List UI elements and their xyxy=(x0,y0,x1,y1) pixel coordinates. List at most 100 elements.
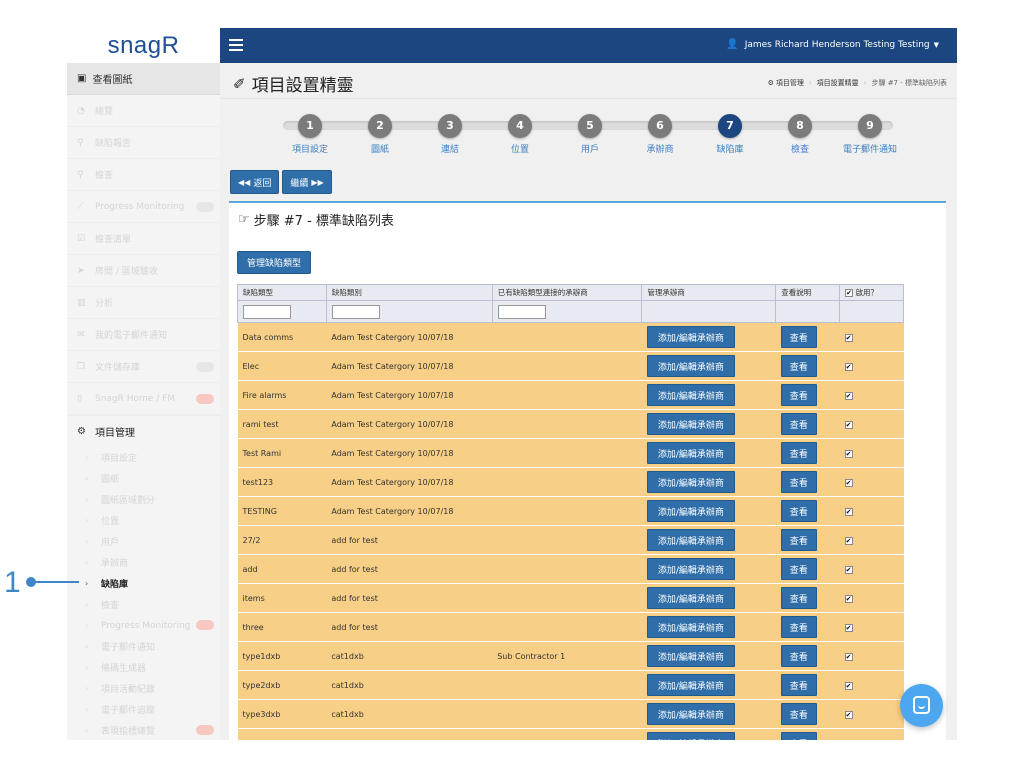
enabled-checkbox[interactable]: ✔ xyxy=(844,449,853,458)
column-header-defect-category[interactable]: 缺陷類別 xyxy=(325,284,493,301)
sidebar-subitem[interactable]: › 項目活動紀錄 xyxy=(67,678,220,699)
view-description-button[interactable]: 查看 xyxy=(780,558,817,580)
enabled-checkbox[interactable]: ✔ xyxy=(844,420,853,429)
view-description-button[interactable]: 查看 xyxy=(780,645,817,667)
view-description-button[interactable]: 查看 xyxy=(780,500,817,522)
snagr-logo[interactable]: snagR xyxy=(67,28,220,63)
view-description-button[interactable]: 查看 xyxy=(780,384,817,406)
select-all-checkbox[interactable]: ✔ xyxy=(845,289,854,297)
view-description-button[interactable]: 查看 xyxy=(780,616,817,638)
add-edit-contractor-button[interactable]: 添加/編輯承辦商 xyxy=(646,674,735,696)
enabled-checkbox[interactable]: ✔ xyxy=(844,681,853,690)
enabled-checkbox[interactable]: ✔ xyxy=(844,507,853,516)
add-edit-contractor-button[interactable]: 添加/編輯承辦商 xyxy=(646,616,735,638)
view-description-button[interactable]: 查看 xyxy=(780,471,817,493)
sidebar-subitem[interactable]: › 缺陷庫 xyxy=(67,573,220,594)
enabled-checkbox[interactable]: ✔ xyxy=(844,333,853,342)
view-description-button[interactable]: 查看 xyxy=(780,587,817,609)
sidebar-subitem[interactable]: › Progress Monitoring xyxy=(67,615,220,636)
column-header-defect-type[interactable]: 缺陷類型 xyxy=(237,284,327,301)
view-description-button[interactable]: 查看 xyxy=(780,413,817,435)
wizard-step[interactable]: 7 缺陷庫 xyxy=(695,114,765,155)
chat-launcher-button[interactable] xyxy=(900,684,943,727)
sidebar-subitem[interactable]: › 承辦商 xyxy=(67,552,220,573)
sidebar-item[interactable]: ▥ 分析 xyxy=(67,287,220,319)
add-edit-contractor-button[interactable]: 添加/編輯承辦商 xyxy=(646,529,735,551)
enabled-checkbox[interactable]: ✔ xyxy=(844,739,853,740)
sidebar-subitem[interactable]: › 項目設定 xyxy=(67,447,220,468)
sidebar-item[interactable]: ◔ 總覽 xyxy=(67,95,220,127)
add-edit-contractor-button[interactable]: 添加/編輯承辦商 xyxy=(646,587,735,609)
add-edit-contractor-button[interactable]: 添加/編輯承辦商 xyxy=(646,558,735,580)
wizard-step[interactable]: 4 位置 xyxy=(485,114,555,155)
user-menu[interactable]: 👤 James Richard Henderson Testing Testin… xyxy=(726,39,939,50)
add-edit-contractor-button[interactable]: 添加/編輯承辦商 xyxy=(646,703,735,725)
add-edit-contractor-button[interactable]: 添加/編輯承辦商 xyxy=(646,384,735,406)
add-edit-contractor-button[interactable]: 添加/編輯承辦商 xyxy=(646,326,735,348)
view-description-button[interactable]: 查看 xyxy=(780,442,817,464)
continue-button[interactable]: 繼續 ▶▶ xyxy=(282,170,332,194)
defect-category-filter-input[interactable] xyxy=(331,304,380,319)
add-edit-contractor-button[interactable]: 添加/編輯承辦商 xyxy=(646,645,735,667)
enabled-checkbox[interactable]: ✔ xyxy=(844,565,853,574)
enabled-checkbox[interactable]: ✔ xyxy=(844,623,853,632)
view-description-button[interactable]: 查看 xyxy=(780,674,817,696)
wizard-step[interactable]: 8 檢查 xyxy=(765,114,835,155)
table-row: Elec Adam Test Catergory 10/07/18 添加/編輯承辦商… xyxy=(237,351,904,381)
column-header-enabled[interactable]: ✔ 啟用？ xyxy=(839,284,904,301)
wizard-step[interactable]: 3 連結 xyxy=(415,114,485,155)
view-description-button[interactable]: 查看 xyxy=(780,355,817,377)
sidebar-item[interactable]: ⟋ Progress Monitoring xyxy=(67,191,220,223)
manage-defect-types-button[interactable]: 管理缺陷類型 xyxy=(237,251,312,274)
add-edit-contractor-button[interactable]: 添加/編輯承辦商 xyxy=(646,442,735,464)
enabled-checkbox[interactable]: ✔ xyxy=(844,536,853,545)
sidebar-item[interactable]: ⚲ 缺陷報告 xyxy=(67,127,220,159)
sidebar-subitem[interactable]: › 位置 xyxy=(67,510,220,531)
enabled-checkbox[interactable]: ✔ xyxy=(844,652,853,661)
enabled-checkbox[interactable]: ✔ xyxy=(844,478,853,487)
sidebar-item[interactable]: ☑ 檢查清單 xyxy=(67,223,220,255)
sidebar-subitem[interactable]: › 條碼生成器 xyxy=(67,657,220,678)
sidebar-subitem[interactable]: › 圖紙區域劃分 xyxy=(67,489,220,510)
wizard-step[interactable]: 6 承辦商 xyxy=(625,114,695,155)
breadcrumb-item[interactable]: 項目管理 xyxy=(776,78,804,88)
add-edit-contractor-button[interactable]: 添加/編輯承辦商 xyxy=(646,500,735,522)
view-description-button[interactable]: 查看 xyxy=(780,732,817,740)
sidebar-subitem[interactable]: › 檢查 xyxy=(67,594,220,615)
sidebar-item[interactable]: ➤ 房間 / 區域驗收 xyxy=(67,255,220,287)
wizard-step[interactable]: 5 用戶 xyxy=(555,114,625,155)
sidebar-section-project-management[interactable]: ⚙ 項目管理 xyxy=(67,415,220,447)
sidebar-subitem[interactable]: › 圖紙 xyxy=(67,468,220,489)
add-edit-contractor-button[interactable]: 添加/編輯承辦商 xyxy=(646,732,735,740)
sidebar-item-view-drawings[interactable]: ▣ 查看圖紙 xyxy=(67,63,220,95)
sidebar-item[interactable]: ✉ 我的電子郵件通知 xyxy=(67,319,220,351)
enabled-cell: ✔ xyxy=(839,409,904,439)
table-row: 27/2 add for test 添加/編輯承辦商 查看 ✔ xyxy=(237,525,904,555)
back-button[interactable]: ◀◀ 返回 xyxy=(230,170,280,194)
column-header-linked-contractors[interactable]: 已有缺陷類型連接的承辦商 xyxy=(491,284,643,301)
hamburger-menu-icon[interactable] xyxy=(229,39,243,54)
enabled-checkbox[interactable]: ✔ xyxy=(844,391,853,400)
wizard-step[interactable]: 2 圖紙 xyxy=(345,114,415,155)
add-edit-contractor-button[interactable]: 添加/編輯承辦商 xyxy=(646,413,735,435)
sidebar-item[interactable]: ❐ 文件儲存庫 xyxy=(67,351,220,383)
view-description-button[interactable]: 查看 xyxy=(780,703,817,725)
wizard-step[interactable]: 1 項目設定 xyxy=(275,114,345,155)
sidebar-item[interactable]: ▯ SnagR Home / FM xyxy=(67,383,220,415)
wizard-step[interactable]: 9 電子郵件通知 xyxy=(835,114,905,155)
sidebar-item[interactable]: ⚲ 檢查 xyxy=(67,159,220,191)
contractor-filter-input[interactable] xyxy=(497,304,546,319)
enabled-checkbox[interactable]: ✔ xyxy=(844,594,853,603)
view-description-button[interactable]: 查看 xyxy=(780,326,817,348)
enabled-checkbox[interactable]: ✔ xyxy=(844,710,853,719)
enabled-checkbox[interactable]: ✔ xyxy=(844,362,853,371)
sidebar-subitem[interactable]: › 用戶 xyxy=(67,531,220,552)
breadcrumb-item[interactable]: 項目設置精靈 xyxy=(817,78,859,88)
sidebar-subitem[interactable]: › 電子郵件追蹤 xyxy=(67,699,220,720)
sidebar-subitem[interactable]: › 電子郵件通知 xyxy=(67,636,220,657)
defect-type-filter-input[interactable] xyxy=(243,304,291,319)
view-description-button[interactable]: 查看 xyxy=(780,529,817,551)
add-edit-contractor-button[interactable]: 添加/編輯承辦商 xyxy=(646,471,735,493)
sidebar-subitem[interactable]: › 表現指標總覽 xyxy=(67,720,220,740)
add-edit-contractor-button[interactable]: 添加/編輯承辦商 xyxy=(646,355,735,377)
